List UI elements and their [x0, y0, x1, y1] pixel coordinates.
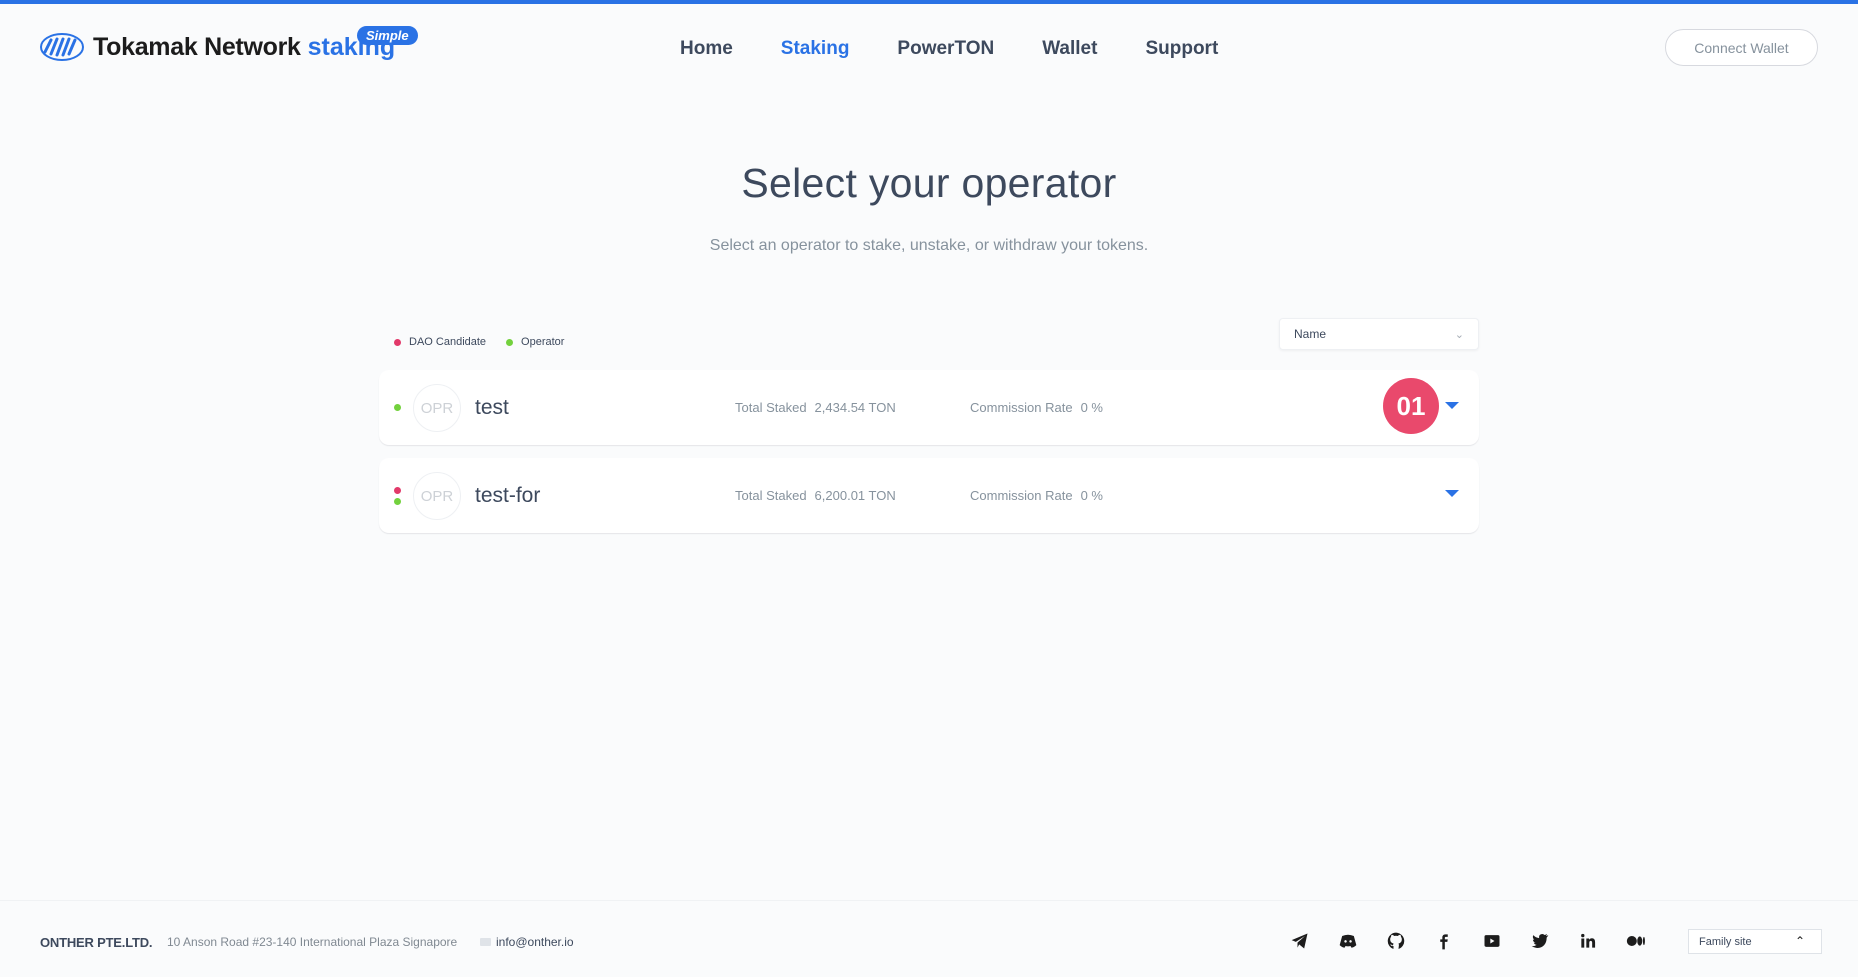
operator-row[interactable]: OPR test Total Staked 2,434.54 TON Commis…	[379, 370, 1479, 445]
total-staked-label: Total Staked	[735, 400, 807, 415]
nav-wallet[interactable]: Wallet	[1042, 38, 1097, 60]
footer-company: ONTHER PTE.LTD.	[40, 935, 153, 950]
total-staked-label: Total Staked	[735, 488, 807, 503]
sort-select[interactable]: Name ⌄	[1279, 318, 1479, 350]
commission-rate-label: Commission Rate	[970, 400, 1073, 415]
operator-row[interactable]: OPR test-for Total Staked 6,200.01 TON Co…	[379, 458, 1479, 533]
operator-dot-icon	[506, 338, 514, 346]
total-staked: Total Staked 6,200.01 TON	[735, 488, 896, 503]
commission-rate-value: 0 %	[1080, 488, 1103, 503]
nav-powerton[interactable]: PowerTON	[897, 38, 994, 60]
footer-address: 10 Anson Road #23-140 International Plaz…	[167, 935, 458, 949]
legend-operator: Operator	[506, 336, 564, 348]
family-site-label: Family site	[1699, 935, 1752, 948]
expand-caret-icon[interactable]	[1445, 490, 1459, 497]
sort-select-value: Name	[1294, 327, 1327, 341]
telegram-icon[interactable]	[1288, 929, 1312, 953]
main-nav: Home Staking PowerTON Wallet Support	[680, 38, 1266, 60]
total-staked-value: 6,200.01 TON	[814, 488, 896, 503]
footer-email-text: info@onther.io	[496, 935, 574, 949]
nav-staking[interactable]: Staking	[781, 38, 850, 60]
operator-avatar: OPR	[413, 472, 461, 520]
linkedin-icon[interactable]	[1576, 929, 1600, 953]
mail-icon	[480, 938, 491, 946]
operator-dot-icon	[394, 497, 401, 505]
legend: DAO Candidate Operator	[394, 336, 584, 348]
dao-candidate-dot-icon	[394, 338, 401, 346]
page-title: Select your operator	[741, 160, 1117, 206]
status-dots	[394, 458, 401, 533]
operator-name: test-for	[475, 484, 541, 507]
dao-candidate-dot-icon	[394, 486, 401, 494]
step-badge: 01	[1383, 378, 1439, 434]
operator-avatar: OPR	[413, 384, 461, 432]
nav-support[interactable]: Support	[1145, 38, 1218, 60]
youtube-icon[interactable]	[1480, 929, 1504, 953]
facebook-icon[interactable]	[1432, 929, 1456, 953]
social-links	[1288, 929, 1672, 953]
footer-email[interactable]: info@onther.io	[480, 935, 574, 949]
operator-dot-icon	[394, 404, 401, 411]
total-staked-value: 2,434.54 TON	[814, 400, 896, 415]
twitter-icon[interactable]	[1528, 929, 1552, 953]
chevron-up-icon: ⌃	[1794, 934, 1805, 948]
github-icon[interactable]	[1384, 929, 1408, 953]
commission-rate-value: 0 %	[1080, 400, 1103, 415]
footer: ONTHER PTE.LTD. 10 Anson Road #23-140 In…	[0, 900, 1858, 977]
legend-operator-label: Operator	[521, 336, 565, 348]
status-dots	[394, 370, 401, 445]
connect-wallet-button[interactable]: Connect Wallet	[1665, 29, 1818, 66]
logo[interactable]: Tokamak Network staking Simple	[39, 26, 418, 64]
legend-dao-candidate: DAO Candidate	[394, 336, 486, 348]
total-staked: Total Staked 2,434.54 TON	[735, 400, 896, 415]
nav-home[interactable]: Home	[680, 38, 733, 60]
commission-rate: Commission Rate 0 %	[970, 400, 1103, 415]
brand-name: Tokamak Network	[93, 32, 301, 61]
chevron-down-icon: ⌄	[1454, 329, 1464, 341]
simple-badge: Simple	[357, 26, 418, 45]
operator-name: test	[475, 396, 509, 419]
header: Tokamak Network staking Simple Home Stak…	[0, 4, 1858, 90]
discord-icon[interactable]	[1336, 929, 1360, 953]
legend-dao-candidate-label: DAO Candidate	[409, 336, 487, 348]
page-subtitle: Select an operator to stake, unstake, or…	[709, 237, 1149, 254]
commission-rate-label: Commission Rate	[970, 488, 1073, 503]
tokamak-logo-icon	[40, 33, 84, 61]
medium-icon[interactable]	[1624, 929, 1648, 953]
expand-caret-icon[interactable]	[1445, 402, 1459, 409]
family-site-select[interactable]: Family site ⌃	[1688, 929, 1822, 954]
commission-rate: Commission Rate 0 %	[970, 488, 1103, 503]
